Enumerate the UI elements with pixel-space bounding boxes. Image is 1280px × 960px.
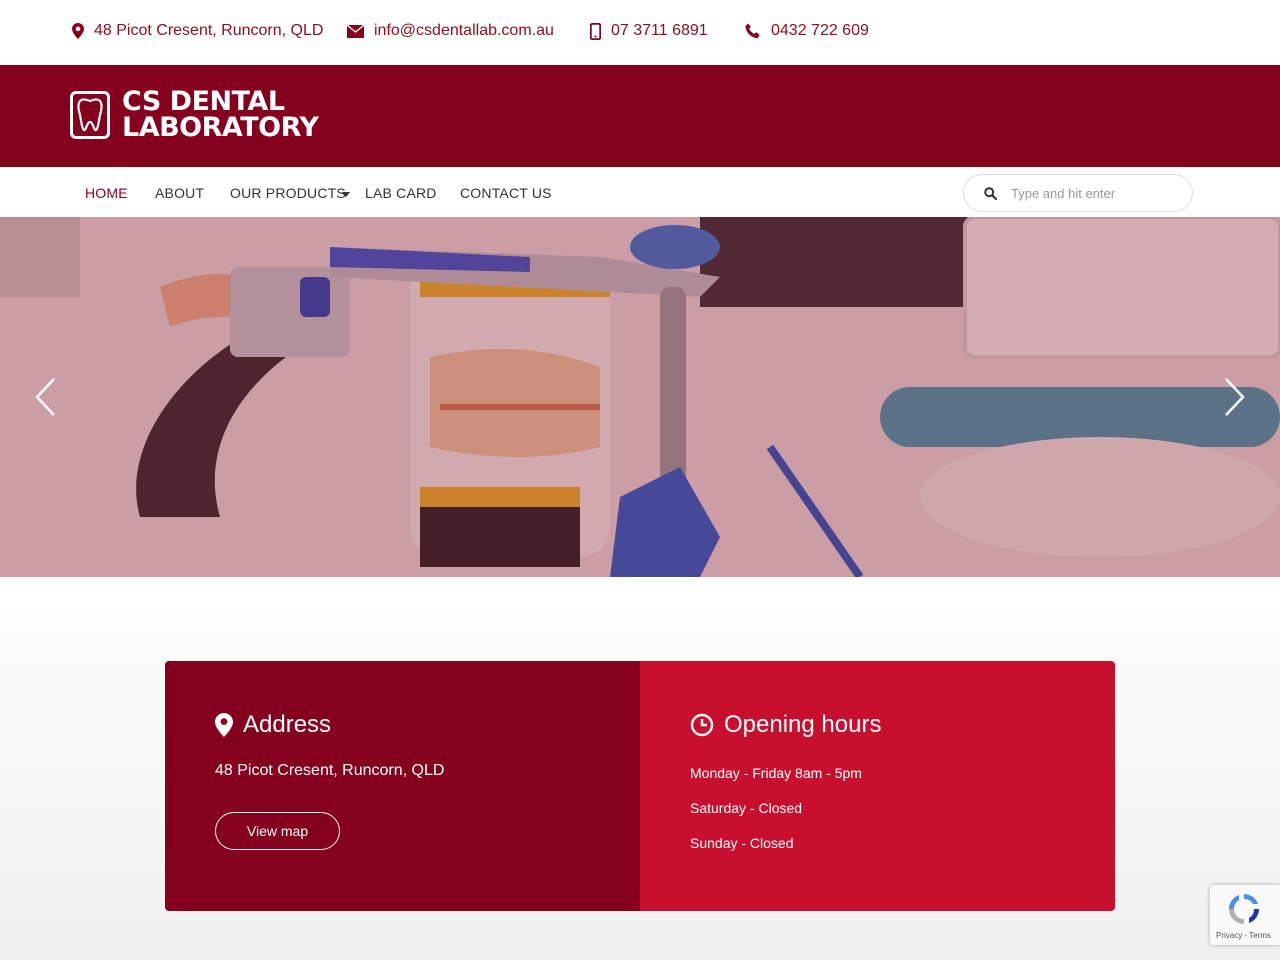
hero-slider bbox=[0, 217, 1280, 577]
opening-hours-panel: Opening hours Monday - Friday 8am - 5pm … bbox=[640, 661, 1115, 911]
address-heading: Address bbox=[215, 711, 331, 739]
phone-icon bbox=[745, 23, 760, 39]
opening-hours-title: Opening hours bbox=[724, 711, 882, 738]
recaptcha-links[interactable]: Privacy - Terms bbox=[1216, 931, 1271, 940]
chevron-left-icon[interactable] bbox=[34, 377, 58, 417]
contact-address: 48 Picot Cresent, Runcorn, QLD bbox=[72, 20, 323, 42]
contact-phone[interactable]: 07 3711 6891 bbox=[590, 20, 708, 42]
nav-item-about[interactable]: ABOUT bbox=[155, 185, 204, 201]
recaptcha-icon bbox=[1229, 894, 1259, 924]
tooth-icon bbox=[70, 91, 110, 139]
logo-wordmark: CS DENTAL LABORATORY bbox=[122, 88, 319, 143]
nav-item-home[interactable]: HOME bbox=[85, 185, 128, 201]
address-text: 48 Picot Cresent, Runcorn, QLD bbox=[215, 762, 445, 779]
nav-item-our-products[interactable]: OUR PRODUCTS bbox=[230, 185, 346, 201]
site-logo[interactable]: CS DENTAL LABORATORY bbox=[70, 88, 319, 143]
hours-saturday: Saturday - Closed bbox=[690, 800, 803, 816]
contact-mobile[interactable]: 0432 722 609 bbox=[745, 20, 869, 42]
clock-icon bbox=[690, 713, 714, 737]
search-icon[interactable] bbox=[984, 186, 997, 200]
hours-sunday: Sunday - Closed bbox=[690, 835, 794, 851]
main-nav: HOME ABOUT OUR PRODUCTS LAB CARD CONTACT… bbox=[0, 167, 1280, 217]
address-panel: Address 48 Picot Cresent, Runcorn, QLD V… bbox=[165, 661, 640, 911]
contact-email[interactable]: info@csdentallab.com.au bbox=[347, 20, 554, 42]
address-title: Address bbox=[243, 711, 332, 738]
recaptcha-badge[interactable]: Privacy - Terms bbox=[1210, 885, 1280, 945]
view-map-button[interactable]: View map bbox=[215, 812, 340, 850]
hero-overlay bbox=[0, 217, 1280, 577]
contact-address-text: 48 Picot Cresent, Runcorn, QLD bbox=[94, 22, 324, 39]
contact-mobile-text[interactable]: 0432 722 609 bbox=[771, 22, 869, 40]
contact-bar: 48 Picot Cresent, Runcorn, QLD info@csde… bbox=[0, 0, 1280, 65]
search-box[interactable] bbox=[963, 174, 1193, 212]
nav-item-contact-us[interactable]: CONTACT US bbox=[460, 185, 552, 201]
envelope-icon bbox=[347, 24, 364, 38]
map-marker-icon bbox=[215, 713, 233, 737]
search-input[interactable] bbox=[1011, 185, 1171, 201]
chevron-right-icon[interactable] bbox=[1222, 377, 1246, 417]
nav-item-lab-card[interactable]: LAB CARD bbox=[365, 185, 437, 201]
header-banner: CS DENTAL LABORATORY bbox=[0, 65, 1280, 167]
contact-email-text[interactable]: info@csdentallab.com.au bbox=[374, 22, 554, 40]
hours-weekdays: Monday - Friday 8am - 5pm bbox=[690, 765, 862, 781]
map-marker-icon bbox=[72, 23, 84, 39]
mobile-phone-icon bbox=[590, 22, 601, 40]
logo-line-2: LABORATORY bbox=[122, 112, 319, 143]
contact-phone-text[interactable]: 07 3711 6891 bbox=[611, 22, 708, 40]
dropdown-caret-icon[interactable] bbox=[342, 192, 350, 197]
opening-hours-heading: Opening hours bbox=[690, 711, 881, 739]
